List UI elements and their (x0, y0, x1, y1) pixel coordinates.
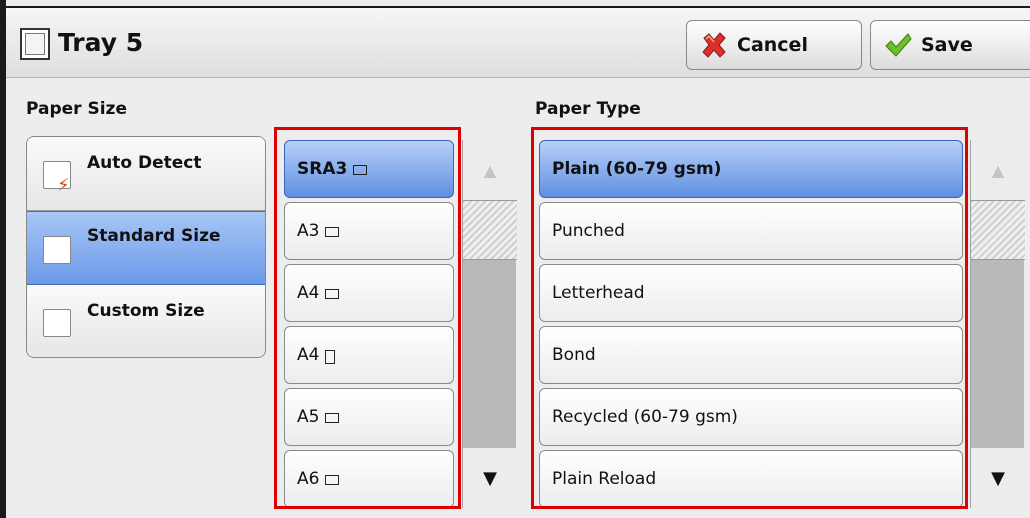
custom-size-checkbox (43, 309, 71, 337)
paper-size-scrollbar[interactable]: ▲ ▼ (462, 140, 517, 508)
scroll-up-button[interactable]: ▲ (971, 140, 1025, 200)
type-label: Bond (552, 345, 596, 365)
type-item-letterhead[interactable]: Letterhead (539, 264, 963, 322)
size-item-a3[interactable]: A3 (284, 202, 454, 260)
landscape-orientation-icon (325, 475, 340, 485)
auto-detect-button[interactable]: ⚡ Auto Detect (27, 137, 265, 211)
landscape-orientation-icon (325, 413, 340, 423)
paper-type-label: Paper Type (535, 99, 641, 119)
scroll-down-button[interactable]: ▼ (463, 448, 517, 508)
size-label: A6 (297, 469, 320, 489)
checkmark-icon (883, 30, 913, 60)
cancel-x-icon (699, 30, 729, 60)
cancel-button[interactable]: Cancel (686, 20, 862, 70)
tray-icon (20, 28, 50, 60)
page-title: Tray 5 (58, 28, 144, 57)
type-label: Plain (60-79 gsm) (552, 159, 722, 179)
scroll-up-button[interactable]: ▲ (463, 140, 517, 200)
arrow-up-icon: ▲ (991, 160, 1005, 180)
header-bar: Tray 5 Cancel Save (6, 6, 1030, 78)
arrow-down-icon: ▼ (991, 467, 1005, 489)
standard-size-checkbox (43, 236, 71, 264)
scroll-thumb[interactable] (463, 200, 517, 260)
scroll-thumb[interactable] (971, 200, 1025, 260)
type-item-recycled[interactable]: Recycled (60-79 gsm) (539, 388, 963, 446)
type-label: Recycled (60-79 gsm) (552, 407, 738, 427)
arrow-up-icon: ▲ (483, 160, 497, 180)
type-item-bond[interactable]: Bond (539, 326, 963, 384)
size-label: SRA3 (297, 159, 348, 179)
size-label: A4 (297, 345, 320, 365)
type-label: Plain Reload (552, 469, 657, 489)
arrow-down-icon: ▼ (483, 467, 497, 489)
size-label: A5 (297, 407, 320, 427)
size-item-a4-landscape[interactable]: A4 (284, 264, 454, 322)
type-label: Letterhead (552, 283, 645, 303)
type-item-plain-reload[interactable]: Plain Reload (539, 450, 963, 508)
standard-size-label: Standard Size (87, 226, 221, 246)
type-label: Punched (552, 221, 625, 241)
save-label: Save (921, 34, 973, 56)
size-item-a5[interactable]: A5 (284, 388, 454, 446)
paper-size-label: Paper Size (26, 99, 127, 119)
auto-detect-label: Auto Detect (87, 153, 202, 173)
size-label: A4 (297, 283, 320, 303)
landscape-orientation-icon (353, 165, 368, 175)
standard-size-button[interactable]: Standard Size (27, 211, 265, 285)
portrait-orientation-icon (325, 350, 336, 364)
size-label: A3 (297, 221, 320, 241)
save-button[interactable]: Save (870, 20, 1030, 70)
landscape-orientation-icon (325, 289, 340, 299)
size-item-sra3[interactable]: SRA3 (284, 140, 454, 198)
custom-size-label: Custom Size (87, 301, 205, 321)
lightning-icon: ⚡ (57, 175, 70, 196)
type-item-punched[interactable]: Punched (539, 202, 963, 260)
cancel-label: Cancel (737, 34, 808, 56)
type-item-plain[interactable]: Plain (60-79 gsm) (539, 140, 963, 198)
scroll-down-button[interactable]: ▼ (971, 448, 1025, 508)
custom-size-button[interactable]: Custom Size (27, 285, 265, 357)
size-item-a4-portrait[interactable]: A4 (284, 326, 454, 384)
landscape-orientation-icon (325, 227, 340, 237)
paper-type-scrollbar[interactable]: ▲ ▼ (970, 140, 1025, 508)
paper-size-mode-panel: ⚡ Auto Detect Standard Size Custom Size (26, 136, 266, 358)
size-item-a6[interactable]: A6 (284, 450, 454, 508)
